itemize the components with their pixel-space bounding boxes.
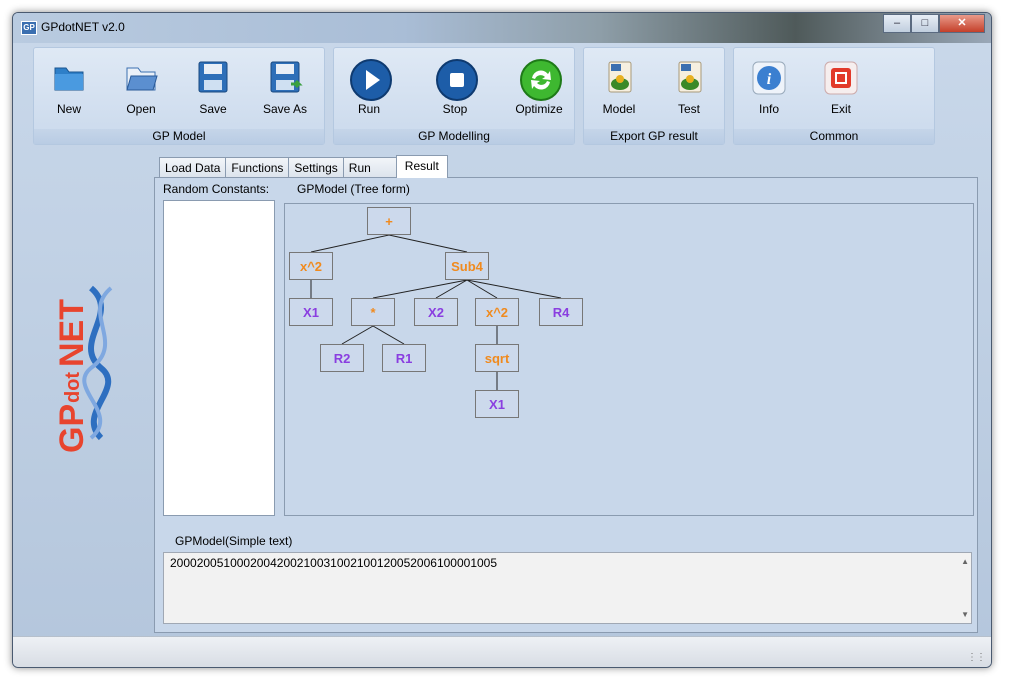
tree-node[interactable]: X1: [475, 390, 519, 418]
group-gp-modelling: Run Stop Optimize GP Modelling: [333, 47, 575, 145]
play-icon: [349, 58, 392, 101]
tab-load-data[interactable]: Load Data: [159, 157, 227, 178]
group-gp-model: New Open Save Save As GP Model: [33, 47, 325, 145]
result-panel: Random Constants: GPModel (Tree form) + …: [154, 177, 978, 633]
export-test-button[interactable]: Test: [656, 52, 722, 122]
tree-view[interactable]: + x^2 Sub4 X1 * X2 x^2 R4 R2 R1 sqrt X1: [284, 203, 974, 516]
title-bar[interactable]: GP GPdotNET v2.0 – □ ✕: [13, 13, 991, 43]
tree-node[interactable]: *: [351, 298, 395, 326]
group-label-gp-modelling: GP Modelling: [334, 129, 574, 144]
simple-text-box[interactable]: 2000200510002004200210031002100120052006…: [163, 552, 972, 624]
simple-text-value: 2000200510002004200210031002100120052006…: [170, 556, 498, 570]
random-constants-label: Random Constants:: [163, 182, 270, 196]
stop-label: Stop: [442, 102, 468, 116]
tree-node[interactable]: Sub4: [445, 252, 489, 280]
scroll-down-icon[interactable]: ▼: [961, 610, 969, 619]
close-button[interactable]: ✕: [939, 14, 985, 33]
info-button[interactable]: i Info: [736, 52, 802, 122]
tab-result[interactable]: Result: [395, 155, 448, 178]
tree-node[interactable]: X1: [289, 298, 333, 326]
info-label: Info: [758, 102, 779, 116]
svg-text:i: i: [767, 71, 772, 88]
maximize-button[interactable]: □: [911, 14, 939, 33]
minimize-button[interactable]: –: [883, 14, 911, 33]
save-as-label: Save As: [262, 102, 308, 116]
new-label: New: [56, 102, 81, 116]
stop-button[interactable]: Stop: [422, 52, 488, 122]
svg-text:NET: NET: [53, 299, 91, 367]
gpdotnet-logo: GP dot NET: [31, 253, 141, 453]
model-label: Model: [602, 102, 636, 116]
tree-node[interactable]: R2: [320, 344, 364, 372]
exit-label: Exit: [830, 102, 851, 116]
open-button[interactable]: Open: [108, 52, 174, 122]
new-button[interactable]: New: [36, 52, 102, 122]
tree-node[interactable]: X2: [414, 298, 458, 326]
folder-open-icon: [121, 58, 161, 98]
refresh-icon: [519, 58, 562, 101]
tree-form-label: GPModel (Tree form): [297, 182, 410, 196]
simple-text-label: GPModel(Simple text): [175, 534, 293, 548]
test-label: Test: [677, 102, 700, 116]
export-test-icon: [669, 58, 709, 98]
group-label-gp-model: GP Model: [34, 129, 324, 144]
resize-grip-icon[interactable]: ⋮⋮: [967, 652, 986, 663]
save-button[interactable]: Save: [180, 52, 246, 122]
tab-settings[interactable]: Settings: [288, 157, 344, 178]
info-icon: i: [749, 58, 789, 98]
app-icon: GP: [21, 21, 37, 35]
group-label-common: Common: [734, 129, 934, 144]
window-title: GPdotNET v2.0: [41, 20, 125, 34]
folder-icon: [49, 58, 89, 98]
export-model-button[interactable]: Model: [586, 52, 652, 122]
export-model-icon: [599, 58, 639, 98]
group-label-export: Export GP result: [584, 129, 724, 144]
tree-node[interactable]: R4: [539, 298, 583, 326]
open-label: Open: [126, 102, 156, 116]
ribbon-toolbar: New Open Save Save As GP Model Run Stop …: [21, 43, 983, 147]
save-as-button[interactable]: Save As: [252, 52, 318, 122]
status-bar: ⋮⋮: [13, 636, 991, 667]
save-label: Save: [199, 102, 227, 116]
run-label: Run: [357, 102, 380, 116]
optimize-label: Optimize: [515, 102, 563, 116]
run-button[interactable]: Run: [336, 52, 402, 122]
tree-node[interactable]: x^2: [289, 252, 333, 280]
exit-icon: [821, 58, 861, 98]
tree-node[interactable]: sqrt: [475, 344, 519, 372]
app-window: GP GPdotNET v2.0 – □ ✕ New Open Save Sav…: [12, 12, 992, 668]
group-export: Model Test Export GP result: [583, 47, 725, 145]
tree-node[interactable]: x^2: [475, 298, 519, 326]
tab-strip: Load Data Functions Settings Run Result: [159, 155, 448, 178]
group-common: i Info Exit Common: [733, 47, 935, 145]
tab-functions[interactable]: Functions: [225, 157, 290, 178]
tree-node[interactable]: R1: [382, 344, 426, 372]
stop-icon: [435, 58, 478, 101]
exit-button[interactable]: Exit: [808, 52, 874, 122]
tab-run[interactable]: Run: [342, 157, 397, 178]
svg-text:dot: dot: [62, 372, 84, 403]
scroll-up-icon[interactable]: ▲: [961, 557, 969, 566]
tree-node[interactable]: +: [367, 207, 411, 235]
floppy-icon: [193, 58, 233, 98]
random-constants-list[interactable]: [163, 200, 275, 516]
optimize-button[interactable]: Optimize: [506, 52, 572, 122]
svg-text:GP: GP: [53, 404, 91, 453]
floppy-save-as-icon: [265, 58, 305, 98]
